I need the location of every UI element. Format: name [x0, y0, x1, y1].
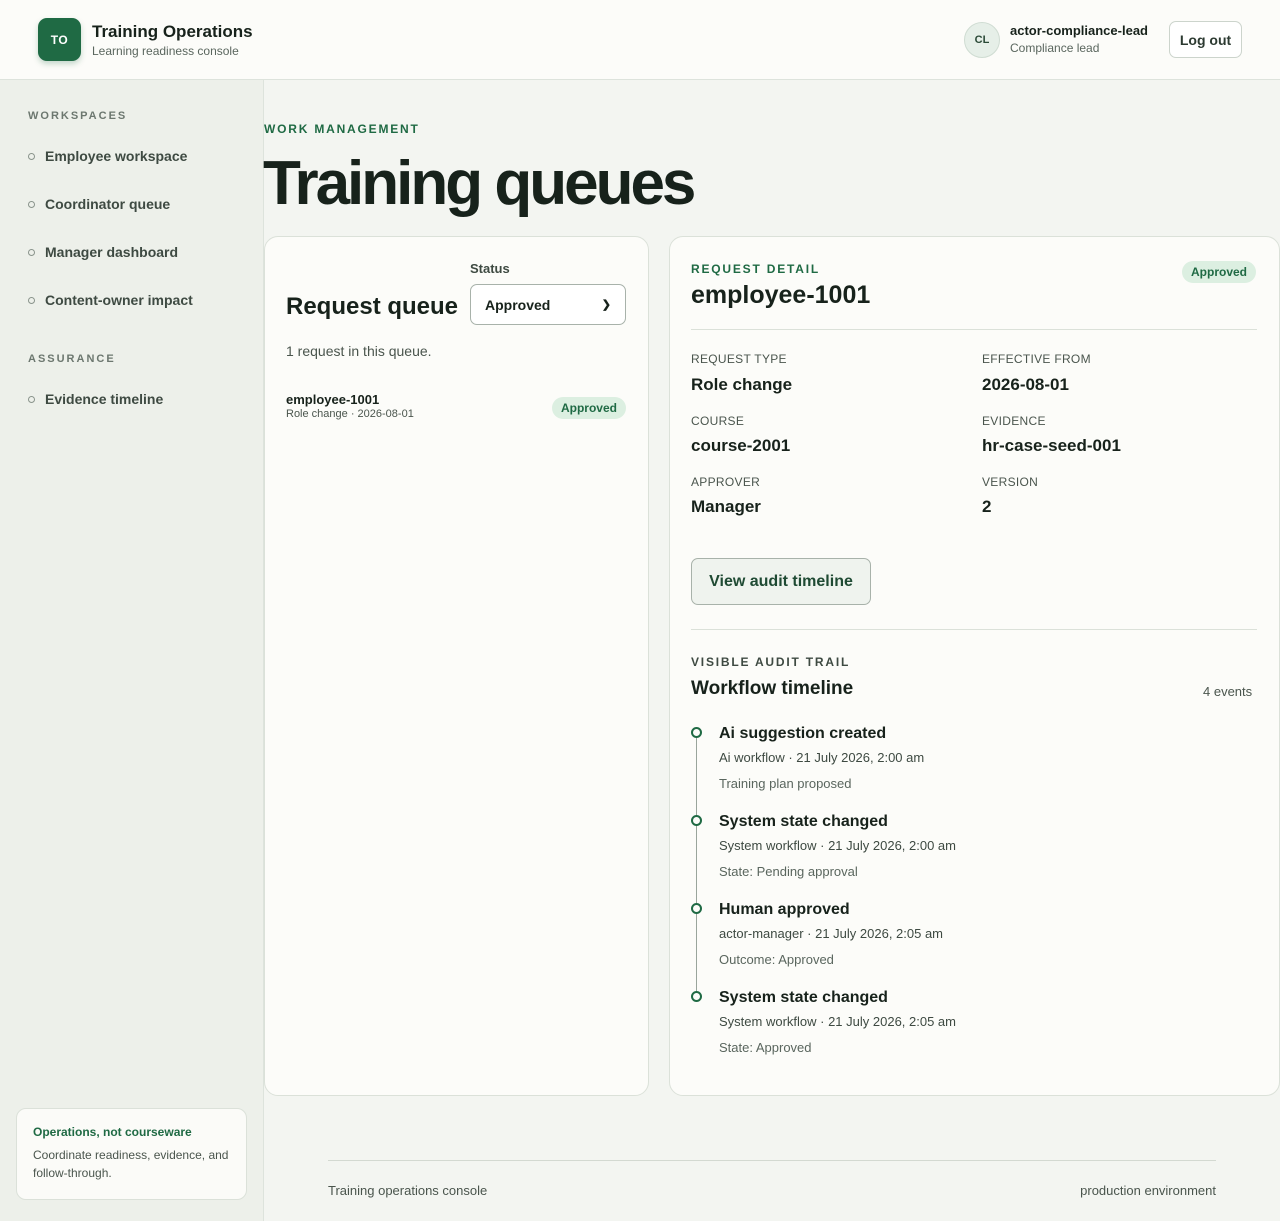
effective-from-label: EFFECTIVE FROM [982, 352, 1091, 366]
footer-divider [328, 1160, 1216, 1161]
status-badge: Approved [551, 397, 626, 419]
queue-count: 1 request in this queue. [286, 343, 432, 359]
top-bar: TO Training Operations Learning readines… [0, 0, 1280, 80]
status-filter-value: Approved [485, 296, 551, 313]
effective-from-value: 2026-08-01 [982, 375, 1069, 394]
request-detail-panel: REQUEST DETAIL Approved employee-1001 RE… [669, 236, 1280, 1096]
event-meta: actor-manager · 21 July 2026, 2:05 am [719, 926, 944, 941]
sidebar-section-assurance: ASSURANCE [28, 353, 116, 365]
footer-environment: production environment [1080, 1183, 1216, 1198]
sidebar-item-coordinator-queue[interactable]: Coordinator queue [28, 196, 170, 212]
sidebar-item-employee-workspace[interactable]: Employee workspace [28, 148, 187, 164]
list-item[interactable]: employee-1001 Role change · 2026-08-01 A… [286, 392, 626, 422]
timeline-dot-icon [691, 903, 702, 914]
sidebar: WORKSPACES Employee workspace Coordinato… [0, 80, 264, 1221]
event-note: State: Pending approval [719, 864, 858, 879]
sidebar-info-card: Operations, not courseware Coordinate re… [16, 1108, 247, 1200]
evidence-value: hr-case-seed-001 [982, 436, 1121, 455]
audit-trail-eyebrow: VISIBLE AUDIT TRAIL [691, 655, 851, 669]
event-meta: System workflow · 21 July 2026, 2:00 am [719, 838, 956, 853]
info-card-title: Operations, not courseware [33, 1125, 192, 1139]
event-title: System state changed [719, 989, 888, 1006]
sidebar-item-content-owner-impact[interactable]: Content-owner impact [28, 292, 193, 308]
request-type-value: Role change [691, 375, 793, 394]
approver-label: APPROVER [691, 475, 761, 489]
sidebar-item-label: Evidence timeline [45, 391, 164, 407]
evidence-label: EVIDENCE [982, 414, 1046, 428]
app-subtitle: Learning readiness console [92, 44, 239, 58]
timeline-dot-icon [691, 727, 702, 738]
view-audit-timeline-button[interactable]: View audit timeline [691, 558, 871, 605]
request-type-label: REQUEST TYPE [691, 352, 787, 366]
sidebar-item-label: Manager dashboard [45, 244, 179, 260]
queue-title: Request queue [286, 293, 459, 320]
detail-eyebrow: REQUEST DETAIL [691, 262, 820, 276]
status-badge: Approved [1182, 261, 1257, 283]
user-role: Compliance lead [1010, 41, 1100, 55]
page-title: Training queues [263, 149, 696, 218]
sidebar-item-label: Content-owner impact [45, 292, 193, 308]
course-value: course-2001 [691, 436, 791, 455]
version-value: 2 [982, 497, 992, 516]
bullet-icon [28, 248, 35, 256]
section-eyebrow: WORK MANAGEMENT [264, 122, 420, 136]
sidebar-section-workspaces: WORKSPACES [28, 110, 128, 122]
timeline-dot-icon [691, 991, 702, 1002]
chevron-down-icon: ❯ [601, 299, 611, 311]
logout-button[interactable]: Log out [1169, 21, 1242, 58]
timeline-dot-icon [691, 815, 702, 826]
brand-logo: TO [38, 18, 81, 61]
app-title: Training Operations [92, 22, 253, 41]
divider [691, 629, 1257, 630]
approver-value: Manager [691, 497, 761, 516]
timeline-title: Workflow timeline [691, 678, 854, 699]
status-filter-select[interactable]: Approved ❯ [470, 284, 626, 325]
divider [691, 329, 1257, 330]
event-note: Outcome: Approved [719, 952, 834, 967]
event-note: State: Approved [719, 1040, 812, 1055]
sidebar-item-label: Coordinator queue [45, 196, 171, 212]
event-note: Training plan proposed [719, 776, 852, 791]
course-label: COURSE [691, 414, 745, 428]
info-card-text: Coordinate readiness, evidence, and foll… [33, 1148, 229, 1180]
avatar[interactable]: CL [964, 22, 1000, 58]
event-meta: System workflow · 21 July 2026, 2:05 am [719, 1014, 956, 1029]
sidebar-item-evidence-timeline[interactable]: Evidence timeline [28, 391, 163, 407]
sidebar-item-label: Employee workspace [45, 148, 188, 164]
request-queue-panel: Request queue Status Approved ❯ 1 reques… [264, 236, 649, 1096]
user-name: actor-compliance-lead [1010, 23, 1148, 38]
event-title: Human approved [719, 901, 850, 918]
timeline-line [696, 733, 697, 997]
detail-title: employee-1001 [691, 281, 871, 309]
sidebar-item-manager-dashboard[interactable]: Manager dashboard [28, 244, 178, 260]
status-filter-label: Status [470, 261, 510, 276]
request-meta: Role change · 2026-08-01 [286, 408, 414, 420]
bullet-icon [28, 296, 35, 304]
event-title: System state changed [719, 813, 888, 830]
bullet-icon [28, 200, 35, 208]
event-title: Ai suggestion created [719, 725, 887, 742]
version-label: VERSION [982, 475, 1039, 489]
bullet-icon [28, 395, 35, 403]
footer-app-name: Training operations console [328, 1183, 488, 1198]
request-id: employee-1001 [286, 392, 380, 407]
events-count: 4 events [1203, 684, 1253, 699]
event-meta: Ai workflow · 21 July 2026, 2:00 am [719, 750, 925, 765]
bullet-icon [28, 152, 35, 160]
